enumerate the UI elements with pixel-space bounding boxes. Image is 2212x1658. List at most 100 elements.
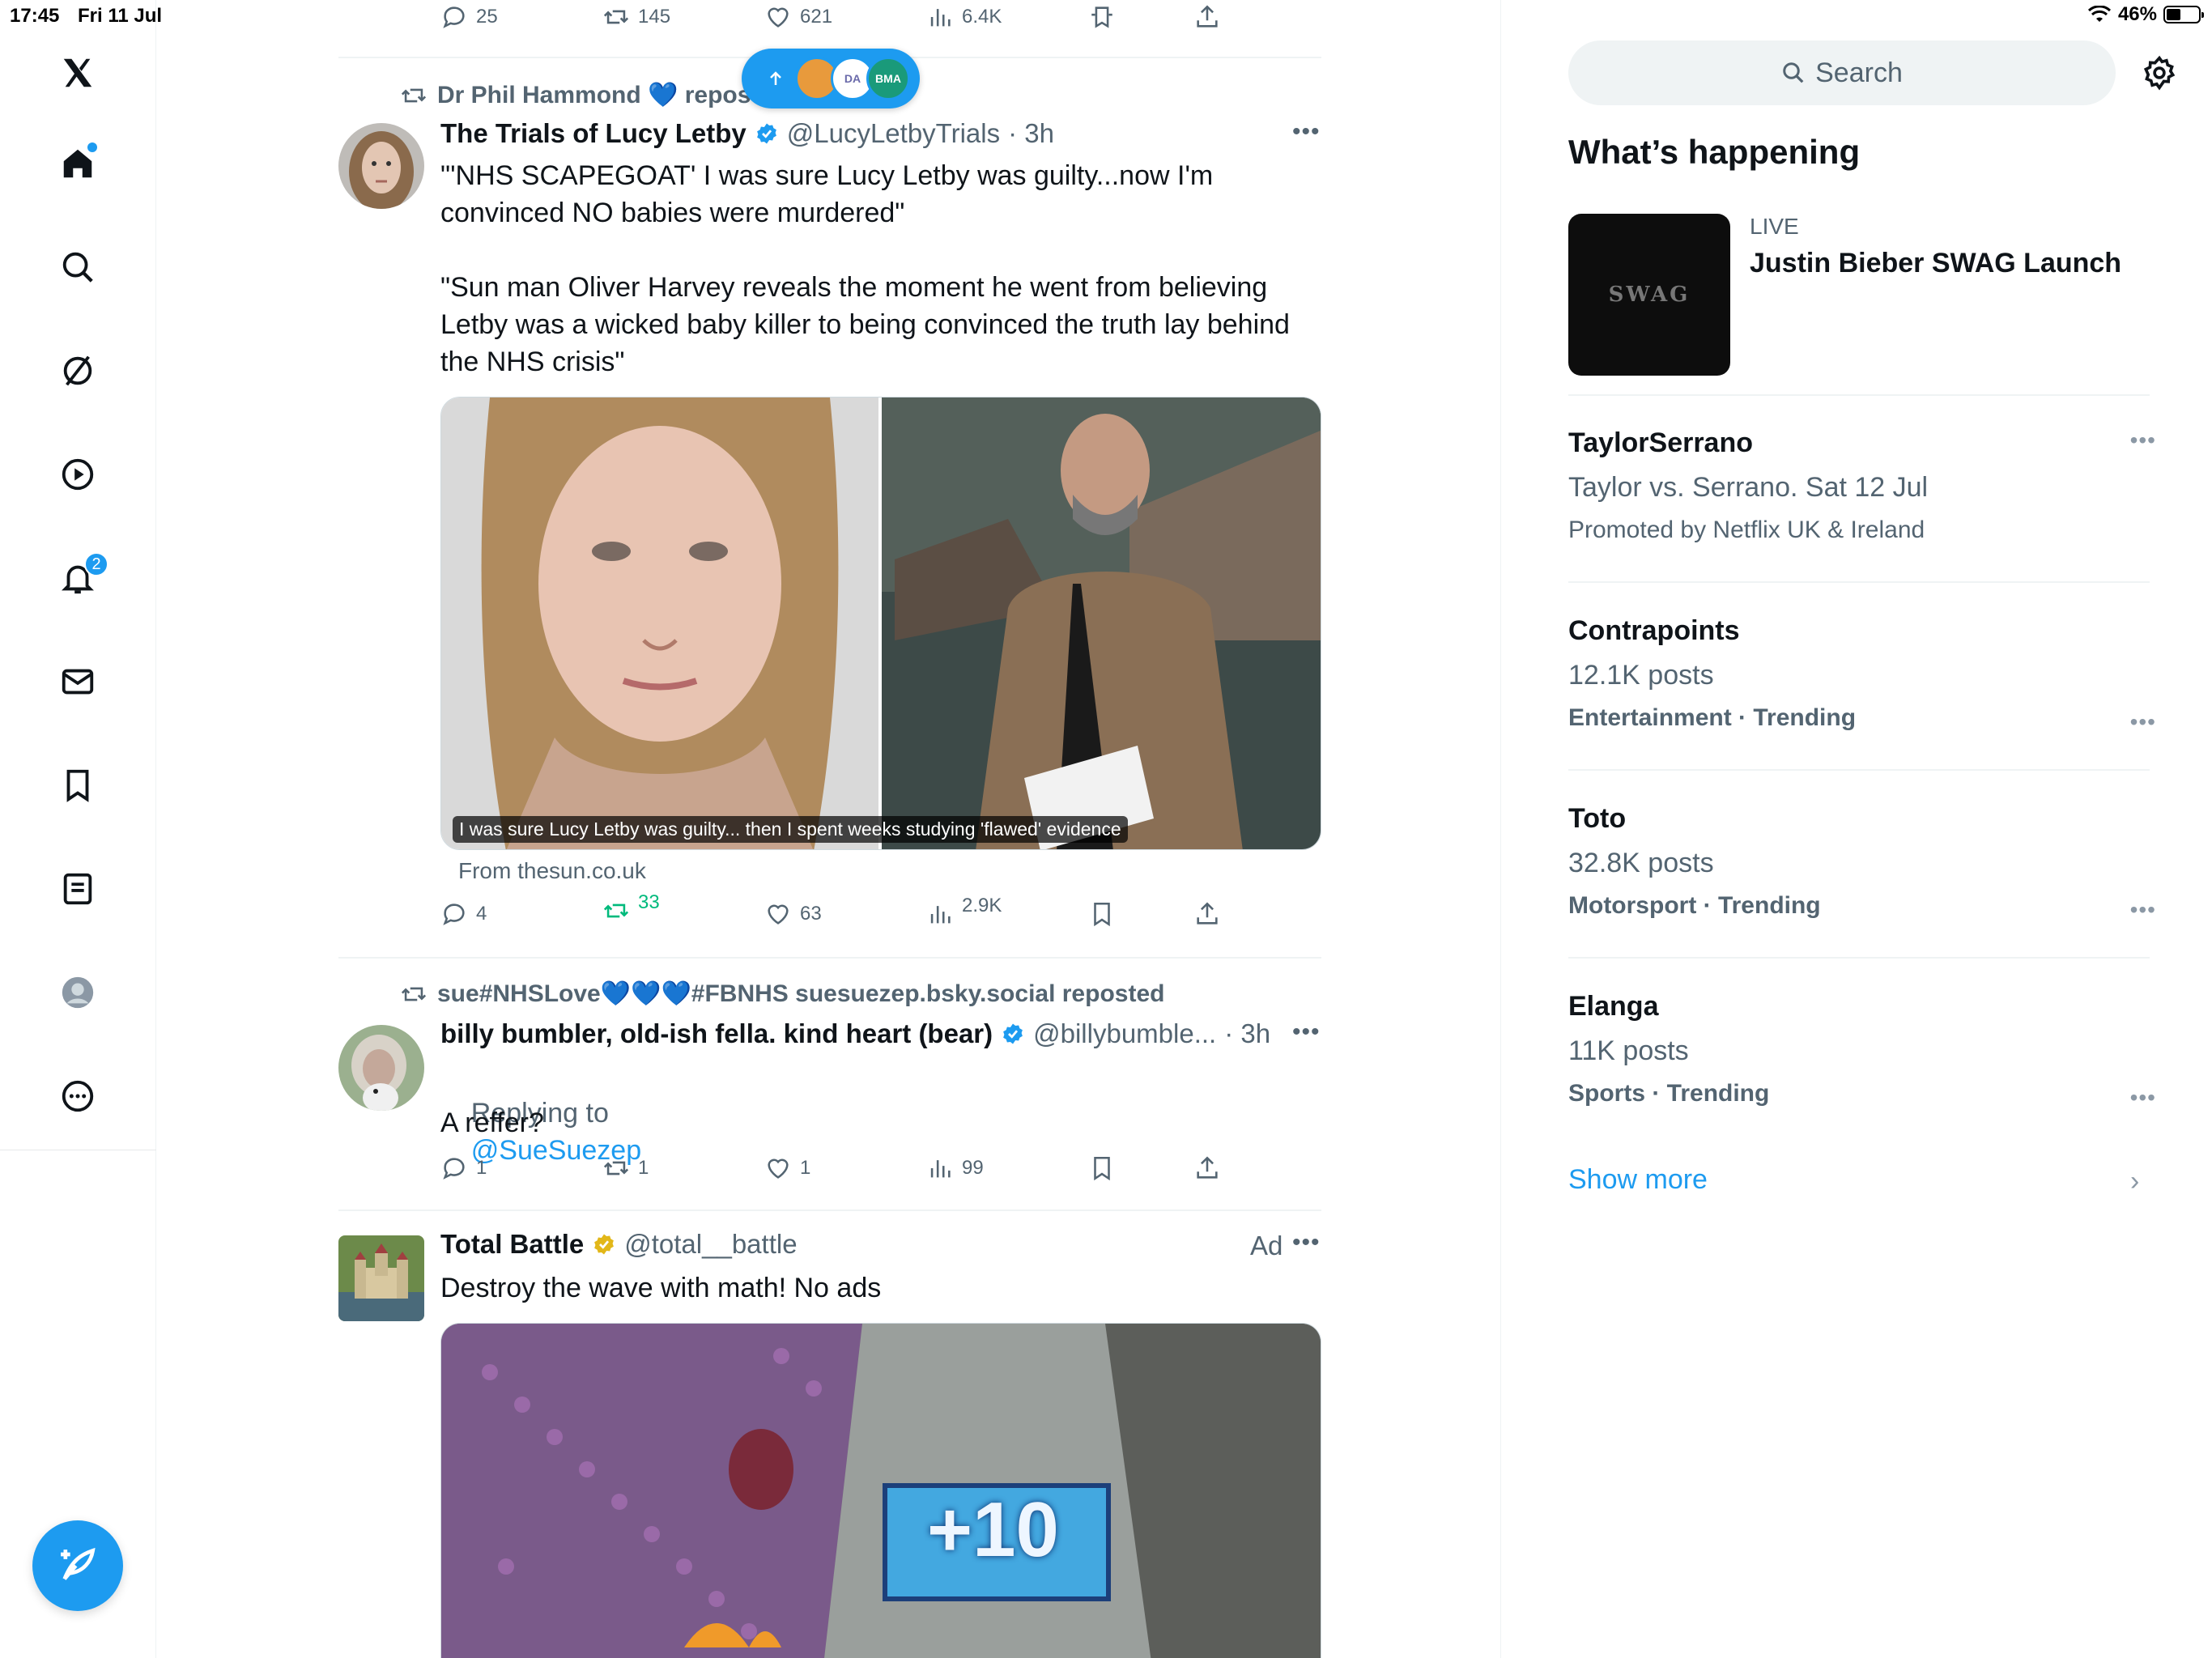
- reply-count: 1: [476, 1157, 487, 1179]
- tweet2-text: A reffer?: [440, 1107, 544, 1138]
- trend-item[interactable]: Contrapoints 12.1K posts Entertainment ·…: [1568, 615, 2156, 735]
- top-tweet-actions: 25 145 621 6.4K: [440, 3, 1388, 39]
- section-divider: [1568, 957, 2150, 959]
- tweet3-header: Total Battle @total__battle: [440, 1229, 798, 1260]
- views-count: 6.4K: [962, 6, 1002, 28]
- repost-count: 1: [638, 1157, 649, 1179]
- tweet-more-button[interactable]: •••: [1292, 1018, 1321, 1046]
- trend-more-button[interactable]: •••: [2130, 1085, 2156, 1111]
- gold-verified-badge-icon: [594, 1234, 615, 1255]
- repost-icon: [603, 903, 629, 918]
- share-icon: [1197, 5, 1218, 28]
- trend-category: Motorsport · Trending: [1568, 892, 1821, 919]
- share-icon: [1197, 902, 1218, 925]
- trend-item[interactable]: Toto 32.8K posts Motorsport · Trending •…: [1568, 803, 2156, 923]
- author-name[interactable]: Total Battle: [440, 1229, 584, 1260]
- search-icon: [1783, 62, 1804, 83]
- tweet2-actions: 1 1 1 99: [440, 1154, 1388, 1190]
- bookmark-button[interactable]: [1088, 1154, 1116, 1182]
- live-event-card[interactable]: SWAG LIVE Justin Bieber SWAG Launch: [1568, 214, 2156, 376]
- views-chart-icon: [930, 1160, 951, 1178]
- heart-icon: [768, 7, 789, 28]
- repost-attribution[interactable]: sue#NHSLove💙💙💙#FBNHS suesuezep.bsky.soci…: [400, 980, 1164, 1008]
- tweet1-header: The Trials of Lucy Letby @LucyLetbyTrial…: [440, 118, 1054, 149]
- like-count: 63: [800, 903, 822, 925]
- right-sidebar: Search What’s happening SWAG LIVE Justin…: [1502, 0, 2212, 1658]
- trend-category: Entertainment · Trending: [1568, 704, 1857, 731]
- repost-attribution[interactable]: Dr Phil Hammond 💙 reposted: [400, 81, 787, 109]
- share-button[interactable]: [1193, 900, 1221, 928]
- repost-button[interactable]: 33: [602, 891, 660, 925]
- tweet-divider: [338, 1209, 1321, 1211]
- section-divider: [1568, 394, 2150, 396]
- trend-category: Sports · Trending: [1568, 1080, 1770, 1107]
- trend-item[interactable]: TaylorSerrano Taylor vs. Serrano. Sat 12…: [1568, 427, 2156, 544]
- views-button[interactable]: 99: [926, 1154, 984, 1182]
- total-battle-avatar[interactable]: [338, 1235, 424, 1321]
- bookmark-button[interactable]: [1088, 3, 1116, 31]
- views-chart-icon: [930, 906, 951, 924]
- tweet1-media-caption: I was sure Lucy Letby was guilty... then…: [453, 816, 1128, 843]
- share-icon: [1197, 1156, 1218, 1179]
- reply-icon: [443, 1158, 465, 1180]
- settings-gear-icon[interactable]: [2142, 55, 2177, 91]
- reply-button[interactable]: 4: [440, 900, 487, 928]
- live-label: LIVE: [1750, 214, 1799, 239]
- trend-subtitle: Taylor vs. Serrano. Sat 12 Jul: [1568, 472, 1929, 503]
- repost-icon: [401, 88, 427, 102]
- like-button[interactable]: 63: [764, 900, 822, 928]
- billy-bumbler-avatar[interactable]: [338, 1025, 424, 1111]
- author-name[interactable]: The Trials of Lucy Letby: [440, 118, 747, 149]
- bookmark-button[interactable]: [1088, 900, 1116, 928]
- views-count: 99: [962, 1157, 984, 1179]
- reply-icon: [443, 903, 465, 925]
- share-button[interactable]: [1193, 1154, 1221, 1182]
- tweet3-video[interactable]: +10: [440, 1323, 1321, 1658]
- trend-more-button[interactable]: •••: [2130, 427, 2156, 453]
- bookmark-icon: [1094, 902, 1110, 927]
- author-handle[interactable]: @total__battle: [624, 1229, 797, 1260]
- views-button[interactable]: 2.9K: [926, 895, 1002, 928]
- reply-button[interactable]: 25: [440, 3, 498, 31]
- author-handle[interactable]: @billybumble...: [1033, 1018, 1216, 1049]
- trend-item[interactable]: Elanga 11K posts Sports · Trending •••: [1568, 991, 2156, 1110]
- bookmark-icon: [1094, 1156, 1110, 1181]
- tweet-time[interactable]: · 3h: [1008, 118, 1054, 149]
- views-count: 2.9K: [962, 895, 1002, 916]
- link-source[interactable]: From thesun.co.uk: [458, 858, 646, 884]
- repost-button[interactable]: 145: [602, 3, 670, 31]
- reply-count: 4: [476, 903, 487, 925]
- timeline: 25 145 621 6.4K Dr Phil Hammond 💙 repost…: [0, 0, 1501, 1658]
- lucy-letby-trials-avatar[interactable]: [338, 123, 424, 209]
- tweet-more-button[interactable]: •••: [1292, 118, 1321, 146]
- tweet-more-button[interactable]: •••: [1292, 1229, 1321, 1256]
- heart-icon: [768, 1158, 789, 1179]
- repost-icon: [401, 987, 427, 1001]
- views-button[interactable]: 6.4K: [926, 3, 1002, 31]
- tweet2-header: billy bumbler, old-ish fella. kind heart…: [440, 1018, 1270, 1049]
- new-posts-pill[interactable]: DA BMA: [742, 49, 920, 108]
- search-placeholder: Search: [1815, 57, 1903, 88]
- tweet1-media[interactable]: I was sure Lucy Letby was guilty... then…: [440, 397, 1321, 850]
- like-button[interactable]: 621: [764, 3, 832, 31]
- reply-button[interactable]: 1: [440, 1154, 487, 1182]
- tweet-time[interactable]: · 3h: [1224, 1018, 1270, 1049]
- author-handle[interactable]: @LucyLetbyTrials: [787, 118, 1000, 149]
- repost-button[interactable]: 1: [602, 1154, 649, 1182]
- ad-video-overlay-text: +10: [927, 1486, 1059, 1573]
- trend-more-button[interactable]: •••: [2130, 709, 2156, 735]
- tweet1-text: "'NHS SCAPEGOAT' I was sure Lucy Letby w…: [440, 160, 1290, 377]
- live-event-thumbnail: SWAG: [1568, 214, 1730, 376]
- section-divider: [1568, 769, 2150, 771]
- like-button[interactable]: 1: [764, 1154, 810, 1182]
- tweet1-media-image: [441, 397, 1321, 849]
- trend-title: Elanga: [1568, 991, 1659, 1022]
- author-name[interactable]: billy bumbler, old-ish fella. kind heart…: [440, 1018, 993, 1049]
- trend-more-button[interactable]: •••: [2130, 897, 2156, 923]
- show-more-link[interactable]: Show more: [1568, 1164, 1708, 1196]
- tweet-divider: [338, 957, 1321, 959]
- trend-posts: 32.8K posts: [1568, 848, 1714, 878]
- repost-attribution-text: sue#NHSLove💙💙💙#FBNHS suesuezep.bsky.soci…: [437, 980, 1165, 1007]
- share-button[interactable]: [1193, 3, 1221, 31]
- search-input[interactable]: Search: [1568, 40, 2116, 105]
